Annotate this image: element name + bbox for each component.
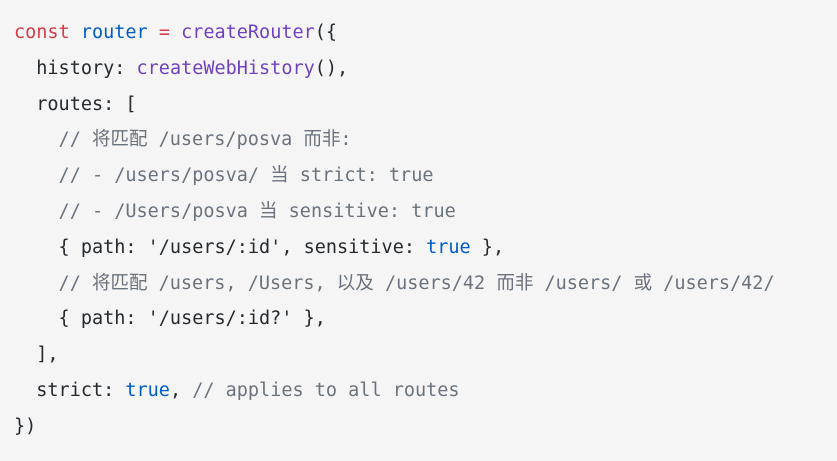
code-line: // 将匹配 /users/posva 而非: [14,122,837,158]
code-block: const router = createRouter({ history: c… [0,0,837,461]
code-token: }, [292,308,326,330]
code-token: true [426,236,471,258]
code-line: // 将匹配 /users, /Users, 以及 /users/42 而非 /… [14,266,837,302]
code-token: routes: [ [14,93,137,115]
code-token: const [14,22,70,43]
code-token: , sensitive: [281,236,427,258]
code-token: true [125,379,170,401]
code-token: (), [314,57,349,79]
code-token: // - /Users/posva 当 sensitive: true [14,200,456,222]
code-token: // 将匹配 /users, /Users, 以及 /users/42 而非 /… [14,272,775,294]
code-line: { path: '/users/:id?' }, [14,301,837,337]
code-token: { path: [14,236,148,258]
code-token: createRouter [181,22,315,43]
code-line: ], [14,337,837,373]
code-token: ({ [314,22,338,43]
code-line: const router = createRouter({ [14,15,837,51]
code-line: strict: true, // applies to all routes [14,373,837,409]
code-token: , [169,379,193,401]
code-token: strict: [14,379,126,401]
code-token: history: [14,57,137,79]
code-token: }) [14,415,37,437]
code-line: // - /users/posva/ 当 strict: true [14,158,837,194]
code-token: createWebHistory [136,57,315,79]
code-line: { path: '/users/:id', sensitive: true }, [14,230,837,266]
code-token: ], [14,344,59,366]
code-token: { path: [14,308,148,330]
code-token: }, [470,236,505,258]
code-token: '/users/:id?' [147,308,293,330]
code-line: // - /Users/posva 当 sensitive: true [14,194,837,230]
code-token: // applies to all routes [192,379,460,401]
code-line: history: createWebHistory(), [14,51,837,87]
code-token: router [80,22,148,43]
code-line: routes: [ [14,87,837,123]
code-token: // - /users/posva/ 当 strict: true [14,165,434,187]
code-token: '/users/:id' [147,236,282,258]
code-token: = [158,22,170,43]
code-line: }) [14,409,837,445]
code-token: // 将匹配 /users/posva 而非: [14,129,352,151]
